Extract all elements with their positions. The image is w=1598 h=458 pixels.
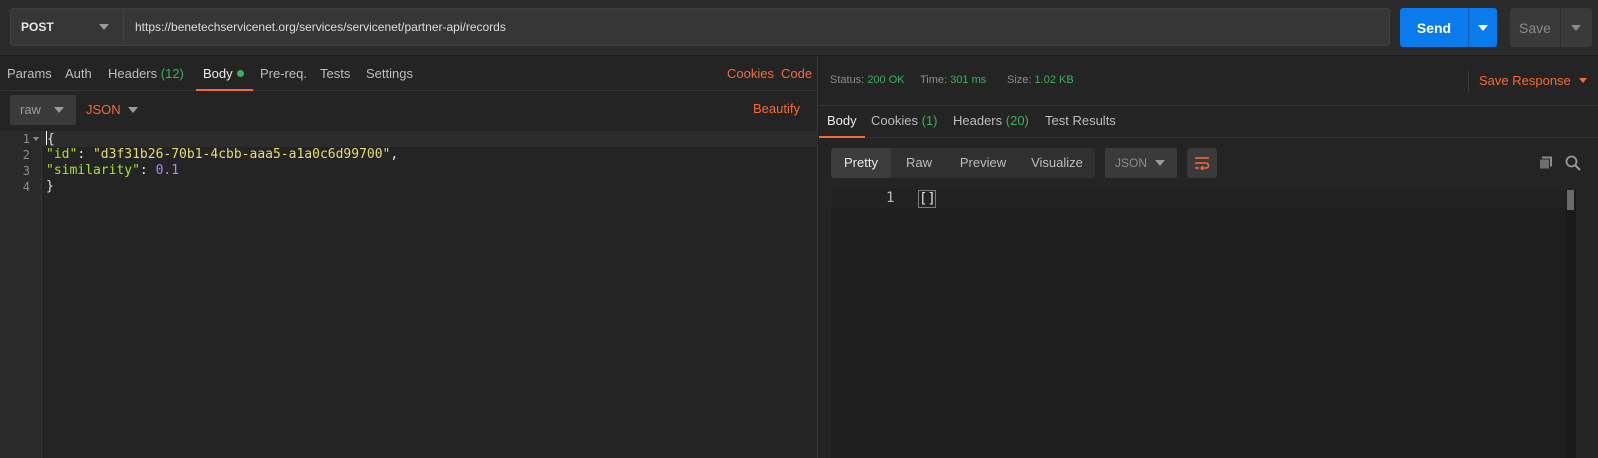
size-info: Size: 1.02 KB (1007, 74, 1074, 86)
tab-headers-label: Headers (953, 113, 1003, 128)
cookies-link[interactable]: Cookies (727, 56, 774, 91)
view-visualize-button[interactable]: Visualize (1019, 148, 1095, 178)
empty-array: [] (918, 190, 936, 208)
response-format-label: JSON (1115, 156, 1148, 170)
send-button[interactable]: Send (1400, 8, 1497, 47)
body-indicator-dot (236, 70, 244, 77)
line-number: 1 (22, 132, 30, 146)
response-view-bar: Pretty Raw Preview Visualize JSON (819, 138, 1598, 190)
json-key: "id" (46, 147, 78, 162)
tab-settings[interactable]: Settings (366, 56, 413, 91)
beautify-link[interactable]: Beautify (753, 94, 800, 124)
response-pane: Status: 200 OK Time: 301 ms Size: 1.02 K… (819, 56, 1598, 458)
status-info: Status: 200 OK (830, 74, 905, 86)
save-response-label: Save Response (1479, 73, 1571, 88)
tab-response-headers[interactable]: Headers (20) (953, 106, 1029, 138)
time-label: Time: (920, 74, 948, 86)
code-line: "id": "d3f31b26-70b1-4cbb-aaa5-a1a0c6d99… (46, 147, 399, 162)
code-line: } (46, 179, 54, 194)
request-tabs: Params Auth Headers (12) Body Pre-req. T… (0, 56, 818, 91)
active-line-highlight (42, 131, 818, 147)
response-format-select[interactable]: JSON (1105, 148, 1177, 178)
size-label: Size: (1007, 74, 1032, 86)
response-tabs: Body Cookies (1) Headers (20) Test Resul… (819, 106, 1598, 138)
scrollbar[interactable] (1566, 190, 1576, 458)
method-select[interactable]: POST (10, 8, 124, 46)
response-status-bar: Status: 200 OK Time: 301 ms Size: 1.02 K… (819, 56, 1598, 106)
save-response-button[interactable]: Save Response (1479, 73, 1587, 88)
divider (1468, 70, 1469, 92)
tab-test-results[interactable]: Test Results (1045, 106, 1116, 138)
save-button[interactable]: Save (1510, 8, 1592, 47)
save-label: Save (1519, 19, 1551, 36)
json-number: 0.1 (155, 163, 180, 178)
body-format-select[interactable]: JSON (86, 95, 146, 125)
fold-arrow-icon[interactable] (33, 137, 39, 141)
cookies-count: (1) (921, 113, 938, 128)
response-body[interactable]: 1 [] (831, 190, 1576, 458)
response-content: [] (918, 190, 936, 208)
method-label: POST (21, 20, 54, 34)
time-info: Time: 301 ms (920, 74, 986, 86)
chevron-down-icon (1578, 78, 1587, 83)
scrollbar-thumb[interactable] (1567, 190, 1574, 210)
json-key: "similarity" (46, 163, 140, 178)
body-options-bar: raw JSON Beautify (0, 91, 818, 131)
body-mode-label: raw (20, 102, 41, 117)
code-link[interactable]: Code (781, 56, 812, 91)
body-editor[interactable]: 1 2 3 4 { "id": "d3f31b26-70b1-4cbb-aaa5… (0, 131, 818, 458)
send-label: Send (1416, 19, 1452, 36)
code-line: "similarity": 0.1 (46, 163, 180, 178)
body-mode-select[interactable]: raw (10, 95, 76, 125)
tab-prereq[interactable]: Pre-req. (260, 56, 307, 91)
body-format-label: JSON (86, 102, 121, 117)
view-raw-button[interactable]: Raw (891, 148, 947, 178)
send-options-chevron-icon[interactable] (1478, 24, 1488, 31)
tab-headers-label: Headers (108, 66, 158, 81)
json-string: "d3f31b26-70b1-4cbb-aaa5-a1a0c6d99700" (92, 147, 391, 162)
wrap-lines-icon (1195, 157, 1210, 170)
line-number: 4 (22, 180, 30, 194)
wrap-lines-button[interactable] (1187, 148, 1217, 178)
save-options-chevron-icon[interactable] (1571, 24, 1581, 31)
size-value: 1.02 KB (1034, 74, 1074, 86)
url-text: https://benetechservicenet.org/services/… (135, 20, 506, 34)
tab-body[interactable]: Body (196, 56, 253, 91)
chevron-down-icon (1155, 160, 1165, 166)
tab-tests[interactable]: Tests (320, 56, 350, 91)
code-line: { (46, 131, 55, 147)
view-pretty-button[interactable]: Pretty (831, 148, 891, 178)
request-bar: POST https://benetechservicenet.org/serv… (0, 0, 1598, 56)
status-value: 200 OK (867, 74, 905, 86)
chevron-down-icon (54, 107, 64, 113)
tab-response-cookies[interactable]: Cookies (1) (871, 106, 937, 138)
view-mode-group: Pretty Raw Preview Visualize (831, 148, 1095, 178)
line-number: 2 (22, 148, 30, 162)
save-divider (1560, 8, 1561, 47)
time-value: 301 ms (950, 74, 987, 86)
copy-icon[interactable] (1539, 156, 1553, 170)
code-close-brace: } (46, 179, 54, 194)
tab-auth[interactable]: Auth (65, 56, 92, 91)
url-input[interactable]: https://benetechservicenet.org/services/… (124, 8, 1390, 46)
tab-params[interactable]: Params (7, 56, 52, 91)
view-preview-button[interactable]: Preview (947, 148, 1019, 178)
active-line-highlight (831, 190, 1566, 208)
chevron-down-icon (128, 107, 138, 113)
send-divider (1468, 8, 1469, 47)
headers-count: (12) (160, 66, 184, 81)
status-label: Status: (830, 74, 865, 86)
tab-cookies-label: Cookies (871, 113, 918, 128)
line-number: 1 (886, 190, 895, 206)
code-open-brace: { (47, 132, 55, 147)
tab-response-body[interactable]: Body (819, 106, 865, 138)
editor-gutter: 1 2 3 4 (0, 131, 42, 458)
search-icon[interactable] (1565, 155, 1581, 171)
request-pane: Params Auth Headers (12) Body Pre-req. T… (0, 56, 818, 458)
chevron-down-icon (99, 24, 109, 30)
tab-headers[interactable]: Headers (12) (108, 56, 184, 91)
tab-body-label: Body (203, 66, 233, 81)
line-number: 3 (22, 164, 30, 178)
headers-count: (20) (1005, 113, 1029, 128)
